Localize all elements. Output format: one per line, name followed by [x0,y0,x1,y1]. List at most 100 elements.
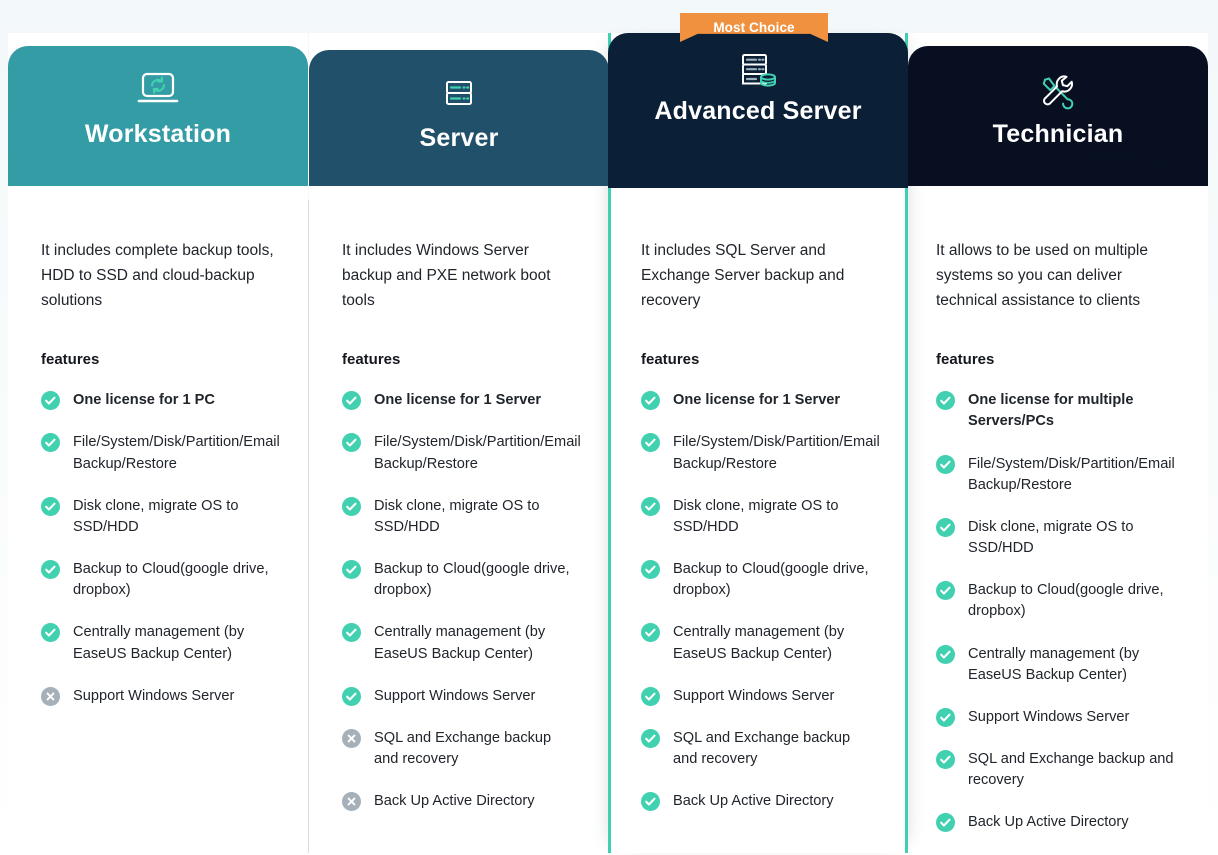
check-icon [342,560,361,580]
feature-item: Disk clone, migrate OS to SSD/HDD [641,496,876,538]
feature-label: Backup to Cloud(google drive, dropbox) [374,561,570,599]
feature-item: One license for 1 Server [342,390,577,411]
feature-item: Centrally management (by EaseUS Backup C… [41,622,276,664]
plan-title: Server [419,124,499,152]
plan-title: Advanced Server [654,97,862,125]
feature-label: SQL and Exchange backup and recovery [968,751,1174,789]
feature-item: Back Up Active Directory [641,791,876,812]
feature-item: File/System/Disk/Partition/Email Backup/… [41,432,280,474]
feature-item: Centrally management (by EaseUS Backup C… [936,644,1176,686]
check-icon [342,391,361,411]
check-icon [936,813,955,833]
feature-label: Disk clone, migrate OS to SSD/HDD [374,497,540,535]
plan-column-technician[interactable]: Technician It allows to be used on multi… [908,0,1208,853]
feature-item: File/System/Disk/Partition/Email Backup/… [641,432,880,474]
feature-item: Support Windows Server [641,686,876,707]
wrench-screwdriver-icon [1037,68,1079,114]
plan-content: It allows to be used on multiple systems… [908,238,1208,855]
plan-column-advanced-server[interactable]: Most Choice Advanced Server It includes … [608,0,908,853]
feature-item: Centrally management (by EaseUS Backup C… [342,622,577,664]
feature-label: Backup to Cloud(google drive, dropbox) [968,582,1164,620]
feature-label: File/System/Disk/Partition/Email Backup/… [374,434,581,472]
feature-item: One license for 1 Server [641,390,876,411]
plan-column-workstation[interactable]: Workstation It includes complete backup … [8,0,308,853]
check-icon [641,496,660,516]
check-icon [641,728,660,748]
plan-description: It allows to be used on multiple systems… [936,242,1148,310]
plan-header-technician: Technician [908,46,1208,186]
feature-label: Support Windows Server [968,708,1130,725]
features-heading: features [342,351,401,369]
feature-item: SQL and Exchange backup and recovery [342,728,577,770]
check-icon [342,433,361,453]
plan-description: It includes SQL Server and Exchange Serv… [641,242,845,310]
feature-label: Centrally management (by EaseUS Backup C… [968,645,1140,683]
check-icon [641,391,660,411]
feature-item: SQL and Exchange backup and recovery [936,749,1176,791]
check-icon [936,454,955,474]
check-icon [641,560,660,580]
feature-label: File/System/Disk/Partition/Email Backup/… [673,434,880,472]
plan-title: Workstation [84,120,232,148]
features-heading: features [641,351,700,369]
feature-item: Disk clone, migrate OS to SSD/HDD [342,496,577,538]
features-heading: features [936,351,995,369]
plan-description: It includes complete backup tools, HDD t… [41,242,274,310]
feature-item: One license for multiple Servers/PCs [936,390,1176,432]
check-icon [641,623,660,643]
feature-label: Backup to Cloud(google drive, dropbox) [673,561,869,599]
feature-item: Disk clone, migrate OS to SSD/HDD [936,517,1176,559]
feature-label: Disk clone, migrate OS to SSD/HDD [673,497,839,535]
plan-description: It includes Windows Server backup and PX… [342,242,551,310]
features-heading: features [41,351,100,369]
check-icon [936,391,955,411]
check-icon [41,623,60,643]
check-icon [41,496,60,516]
plan-content: It includes complete backup tools, HDD t… [8,238,308,728]
feature-item: Centrally management (by EaseUS Backup C… [641,622,876,664]
feature-item: Support Windows Server [41,686,276,707]
feature-item: One license for 1 PC [41,390,276,411]
feature-label: One license for 1 Server [374,392,542,409]
feature-label: Backup to Cloud(google drive, dropbox) [73,561,269,599]
feature-item: Backup to Cloud(google drive, dropbox) [641,559,876,601]
feature-list: One license for 1 Server File/System/Disk… [342,390,581,812]
feature-item: Back Up Active Directory [936,812,1176,833]
feature-label: One license for 1 PC [73,392,215,409]
laptop-sync-icon [136,68,180,114]
feature-label: Support Windows Server [73,687,235,704]
cross-icon [342,792,361,812]
feature-item: Backup to Cloud(google drive, dropbox) [342,559,577,601]
feature-item: Disk clone, migrate OS to SSD/HDD [41,496,276,538]
feature-label: File/System/Disk/Partition/Email Backup/… [968,455,1175,493]
feature-list: One license for multiple Servers/PCs File… [936,390,1176,833]
pricing-comparison-table: Workstation It includes complete backup … [0,0,1218,853]
feature-label: Disk clone, migrate OS to SSD/HDD [968,518,1134,557]
feature-item: Support Windows Server [936,707,1176,728]
feature-label: Centrally management (by EaseUS Backup C… [73,624,245,662]
plan-column-server[interactable]: Server It includes Windows Server backup… [309,0,609,853]
feature-item: SQL and Exchange backup and recovery [641,728,876,770]
feature-item: Support Windows Server [342,686,577,707]
server-rack-icon [439,72,479,118]
plan-title: Technician [992,120,1124,148]
check-icon [41,560,60,580]
feature-item: File/System/Disk/Partition/Email Backup/… [342,432,581,474]
check-icon [41,433,60,453]
plan-header-advanced-server: Advanced Server [608,33,908,188]
cross-icon [342,728,361,748]
feature-label: SQL and Exchange backup and recovery [673,729,851,768]
check-icon [641,433,660,453]
feature-label: Support Windows Server [673,687,835,704]
feature-label: Centrally management (by EaseUS Backup C… [374,624,546,662]
feature-label: File/System/Disk/Partition/Email Backup/… [73,434,280,472]
feature-label: One license for 1 Server [673,392,841,409]
feature-label: Support Windows Server [374,687,536,704]
feature-label: SQL and Exchange backup and recovery [374,729,552,768]
check-icon [342,496,361,516]
feature-item: Backup to Cloud(google drive, dropbox) [41,559,276,601]
feature-label: Disk clone, migrate OS to SSD/HDD [73,497,239,535]
check-icon [641,792,660,812]
feature-item: File/System/Disk/Partition/Email Backup/… [936,454,1176,496]
feature-label: Back Up Active Directory [968,814,1129,831]
